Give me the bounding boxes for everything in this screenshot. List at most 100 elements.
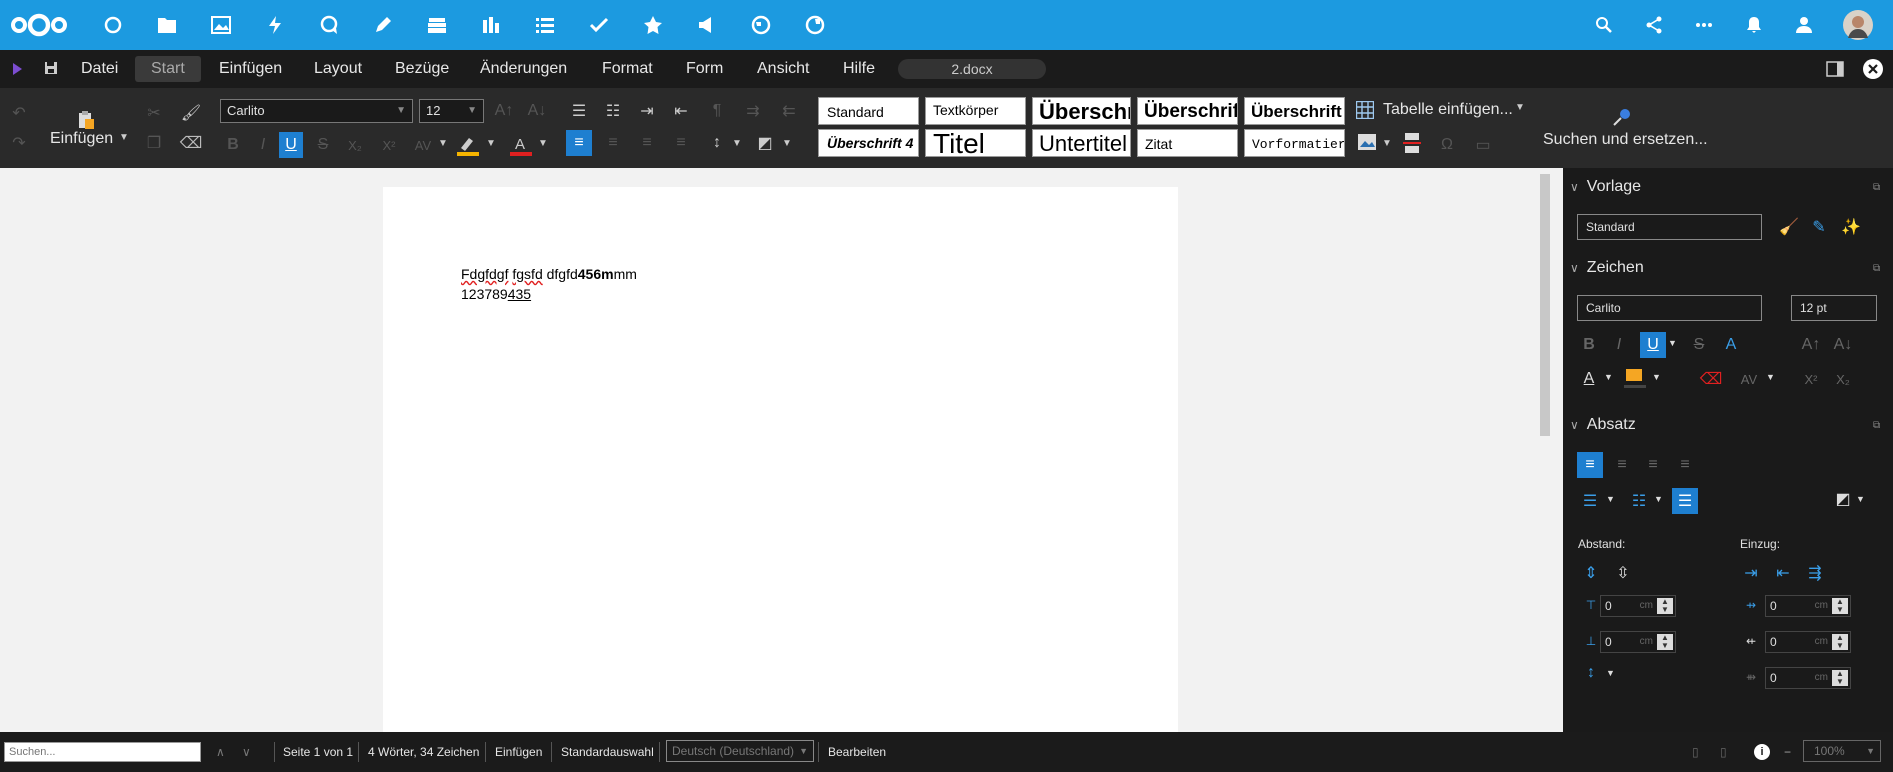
tasks-list-icon[interactable] xyxy=(519,0,571,50)
multipage-icon[interactable]: ▯ xyxy=(1720,744,1727,760)
stepper-icon[interactable]: ▲ ▼ xyxy=(1832,598,1848,614)
activity-icon[interactable] xyxy=(249,0,301,50)
background-dropdown-icon[interactable]: ▼ xyxy=(782,138,792,149)
globe-icon[interactable] xyxy=(735,0,787,50)
info-icon[interactable]: i xyxy=(1754,744,1770,760)
ltr-icon[interactable]: ⇉ xyxy=(740,98,766,124)
sidebar-toggle-icon[interactable] xyxy=(1826,61,1844,77)
background-dropdown-icon[interactable]: ▼ xyxy=(1856,494,1865,504)
document-name[interactable]: 2.docx xyxy=(898,59,1046,79)
clear-formatting-icon[interactable]: ⌫ xyxy=(178,130,204,156)
close-icon[interactable] xyxy=(1862,58,1884,80)
character-spacing-icon[interactable]: AV xyxy=(410,132,436,158)
line-spacing-icon[interactable]: ↕ xyxy=(704,130,730,156)
menu-layout[interactable]: Layout xyxy=(314,50,362,88)
search-up-icon[interactable]: ∧ xyxy=(216,744,225,760)
menu-start[interactable]: Start xyxy=(135,56,201,82)
language-select[interactable]: Deutsch (Deutschland) ▼ xyxy=(666,740,814,762)
section-zeichen[interactable]: ∨ Zeichen xyxy=(1570,259,1644,277)
numbered-dropdown-icon[interactable]: ▼ xyxy=(1654,494,1663,504)
rtl-icon[interactable]: ⇇ xyxy=(776,98,802,124)
style-textkoerper[interactable]: Textkörper xyxy=(925,97,1026,125)
align-left-icon[interactable]: ≡ xyxy=(566,130,592,156)
outline-icon[interactable]: A xyxy=(1718,332,1744,358)
section-absatz[interactable]: ∨ Absatz xyxy=(1570,416,1636,434)
subscript-icon[interactable]: X₂ xyxy=(342,132,368,158)
style-ueberschrift-1[interactable]: Überschr xyxy=(1032,97,1131,125)
style-zitat[interactable]: Zitat xyxy=(1137,129,1238,157)
stepper-icon[interactable]: ▲ ▼ xyxy=(1657,598,1673,614)
font-color-icon[interactable]: A xyxy=(510,134,532,156)
search-down-icon[interactable]: ∨ xyxy=(242,744,251,760)
search-icon[interactable] xyxy=(1578,0,1630,50)
style-titel[interactable]: Titel xyxy=(925,129,1026,157)
insert-table-dropdown-icon[interactable]: ▼ xyxy=(1515,102,1525,113)
style-standard[interactable]: Standard xyxy=(818,97,919,125)
talk-icon[interactable] xyxy=(303,0,355,50)
strikethrough-icon[interactable]: S xyxy=(1686,332,1712,358)
bold-icon[interactable]: B xyxy=(220,132,246,158)
comment-icon[interactable]: ▭ xyxy=(1470,132,1496,158)
vertical-scrollbar[interactable] xyxy=(1540,174,1550,436)
star-icon[interactable] xyxy=(627,0,679,50)
grow-font-icon[interactable]: A↑ xyxy=(1798,332,1824,358)
menu-bezuege[interactable]: Bezüge xyxy=(395,50,449,88)
zoom-out-icon[interactable]: − xyxy=(1784,744,1791,760)
hanging-indent-icon[interactable]: ⇶ xyxy=(1802,560,1828,586)
menu-format[interactable]: Format xyxy=(602,50,653,88)
font-color-dropdown-icon[interactable]: ▼ xyxy=(538,138,548,149)
fill-format-icon[interactable]: 🧹 xyxy=(1776,214,1802,240)
increase-spacing-icon[interactable]: ⇕ xyxy=(1578,560,1604,586)
page-break-icon[interactable] xyxy=(1403,132,1421,154)
dashboard-icon[interactable] xyxy=(87,0,139,50)
insert-image-icon[interactable] xyxy=(1357,133,1377,151)
style-untertitel[interactable]: Untertitel xyxy=(1032,129,1131,157)
line-spacing-dropdown-icon[interactable]: ▼ xyxy=(732,138,742,149)
outline-list-icon[interactable]: ☰ xyxy=(1672,488,1698,514)
paste-dropdown-icon[interactable]: ▼ xyxy=(119,132,129,143)
insert-mode[interactable]: Einfügen xyxy=(495,744,542,760)
space-below-spinner[interactable]: 0 cm ▲ ▼ xyxy=(1600,631,1676,653)
files-icon[interactable] xyxy=(141,0,193,50)
image-dropdown-icon[interactable]: ▼ xyxy=(1382,138,1392,149)
increase-indent-icon[interactable]: ⇥ xyxy=(1738,560,1764,586)
nextcloud-logo-icon[interactable] xyxy=(6,0,72,50)
stepper-icon[interactable]: ▲ ▼ xyxy=(1832,634,1848,650)
spacing-dropdown-icon[interactable]: ▼ xyxy=(1766,372,1775,382)
align-right-icon[interactable]: ≡ xyxy=(1640,452,1666,478)
shrink-font-icon[interactable]: A↓ xyxy=(1830,332,1856,358)
font-size-select[interactable]: 12 ▼ xyxy=(419,99,484,123)
menu-einfuegen[interactable]: Einfügen xyxy=(219,50,282,88)
document-text[interactable]: Fdgfdgf fgsfd dfgfd456mmm 123789435 xyxy=(461,264,637,304)
align-center-icon[interactable]: ≡ xyxy=(1609,452,1635,478)
selection-mode[interactable]: Standardauswahl xyxy=(561,744,654,760)
align-right-icon[interactable]: ≡ xyxy=(634,130,660,156)
menu-ansicht[interactable]: Ansicht xyxy=(757,50,809,88)
numbered-list-icon[interactable]: ☷ xyxy=(600,98,626,124)
undo-icon[interactable]: ↶ xyxy=(6,100,32,126)
align-left-icon[interactable]: ≡ xyxy=(1577,452,1603,478)
style-ueberschrift-4[interactable]: Überschrift 4 xyxy=(818,129,919,157)
underline-icon[interactable]: U xyxy=(279,132,303,158)
style-ueberschrift-3[interactable]: Überschrift xyxy=(1244,97,1345,125)
indent-before-spinner[interactable]: 0 cm ▲ ▼ xyxy=(1765,595,1851,617)
paste-button[interactable]: Einfügen xyxy=(50,130,113,148)
globe-icon-2[interactable] xyxy=(789,0,841,50)
find-replace-icon[interactable] xyxy=(1612,107,1632,127)
justify-icon[interactable]: ≡ xyxy=(668,130,694,156)
style-vorformatiert[interactable]: Vorformatiert xyxy=(1244,129,1345,157)
menu-aenderungen[interactable]: Änderungen xyxy=(480,50,567,88)
font-name-input[interactable]: Carlito xyxy=(1577,295,1762,321)
section-vorlage[interactable]: ∨ Vorlage xyxy=(1570,178,1641,196)
redo-icon[interactable]: ↷ xyxy=(6,130,32,156)
strikethrough-icon[interactable]: S xyxy=(310,132,336,158)
analytics-icon[interactable] xyxy=(465,0,517,50)
notifications-bell-icon[interactable] xyxy=(1728,0,1780,50)
update-style-icon[interactable]: ✎ xyxy=(1806,214,1832,240)
spacing-dropdown-icon[interactable]: ▼ xyxy=(438,138,448,149)
font-color-icon[interactable]: A xyxy=(1576,366,1602,392)
line-spacing-icon[interactable]: ↕ xyxy=(1578,660,1604,686)
numbered-list-icon[interactable]: ☷ xyxy=(1626,488,1652,514)
italic-icon[interactable]: I xyxy=(1606,332,1632,358)
page-icon[interactable]: ▯ xyxy=(1692,744,1699,760)
